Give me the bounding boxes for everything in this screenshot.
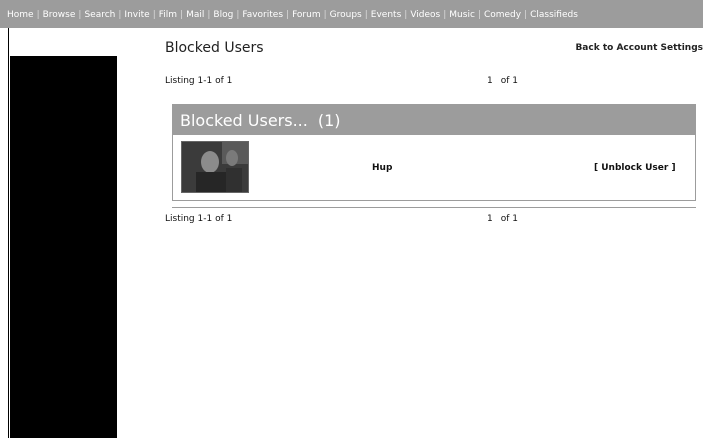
- blocked-username[interactable]: Hup: [372, 163, 392, 173]
- nav-separator: |: [286, 10, 290, 20]
- nav-favorites[interactable]: Favorites: [242, 10, 283, 20]
- unblock-user-button[interactable]: [ Unblock User ]: [594, 163, 676, 173]
- listing-count-bottom: Listing 1-1 of 1: [165, 214, 233, 224]
- nav-classifieds[interactable]: Classifieds: [530, 10, 578, 20]
- page-number: 1: [487, 76, 493, 86]
- blocked-users-panel: Blocked Users... (1) Hup [ Unblock User ]: [172, 104, 696, 201]
- listing-count-top: Listing 1-1 of 1: [165, 76, 233, 86]
- nav-music[interactable]: Music: [449, 10, 475, 20]
- panel-header: Blocked Users... (1): [173, 105, 695, 135]
- nav-separator: |: [443, 10, 447, 20]
- nav-invite[interactable]: Invite: [124, 10, 149, 20]
- back-to-account-settings-link[interactable]: Back to Account Settings: [575, 43, 703, 53]
- nav-separator: |: [36, 10, 40, 20]
- page-of-total: of 1: [500, 76, 518, 86]
- nav-separator: |: [180, 10, 184, 20]
- nav-separator: |: [524, 10, 528, 20]
- blocked-user-row: Hup [ Unblock User ]: [173, 135, 695, 196]
- page-title: Blocked Users: [165, 40, 264, 56]
- nav-separator: |: [152, 10, 156, 20]
- blocked-count: (1): [317, 111, 341, 130]
- nav-blog[interactable]: Blog: [213, 10, 233, 20]
- left-border-line: [8, 28, 9, 438]
- nav-search[interactable]: Search: [84, 10, 115, 20]
- nav-browse[interactable]: Browse: [43, 10, 76, 20]
- panel-title: Blocked Users...: [180, 111, 308, 130]
- panel-divider: [172, 207, 696, 208]
- nav-groups[interactable]: Groups: [330, 10, 362, 20]
- user-avatar-thumbnail[interactable]: [181, 141, 249, 193]
- pagination-bottom: 1 of 1: [487, 214, 518, 224]
- nav-separator: |: [477, 10, 481, 20]
- nav-forum[interactable]: Forum: [292, 10, 321, 20]
- nav-separator: |: [404, 10, 408, 20]
- nav-film[interactable]: Film: [159, 10, 177, 20]
- nav-mail[interactable]: Mail: [186, 10, 204, 20]
- nav-separator: |: [236, 10, 240, 20]
- nav-separator: |: [364, 10, 368, 20]
- page-number: 1: [487, 214, 493, 224]
- nav-events[interactable]: Events: [371, 10, 401, 20]
- avatar-photo-icon: [182, 142, 248, 192]
- nav-separator: |: [323, 10, 327, 20]
- pagination-top: 1 of 1: [487, 76, 518, 86]
- nav-videos[interactable]: Videos: [410, 10, 440, 20]
- nav-home[interactable]: Home: [7, 10, 34, 20]
- page-of-total: of 1: [500, 214, 518, 224]
- top-navigation-bar: Home | Browse | Search | Invite | Film | Mail | Blog…: [0, 0, 703, 28]
- left-sidebar-panel: [10, 56, 117, 438]
- nav-comedy[interactable]: Comedy: [484, 10, 521, 20]
